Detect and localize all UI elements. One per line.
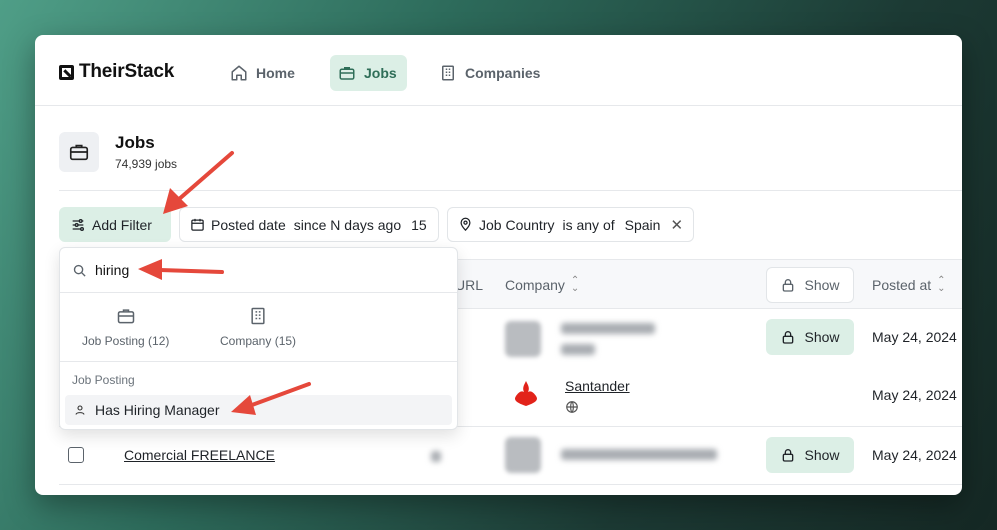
column-header-url-label: URL [455, 277, 484, 293]
company-logo-blurred [505, 321, 541, 357]
show-button-label: Show [804, 447, 840, 463]
category-label: Job Posting (12) [82, 334, 170, 348]
filter-value: 15 [411, 216, 427, 233]
building-icon [251, 307, 265, 325]
category-job-posting[interactable]: Job Posting (12) [82, 306, 169, 348]
show-all-label: Show [804, 277, 840, 293]
column-header-url[interactable]: URL [455, 260, 483, 310]
logo-text: TheirStack [79, 61, 175, 82]
company-name-blurred [561, 323, 655, 334]
globe-icon[interactable] [565, 400, 579, 414]
sort-icon: ⌃ ⌄ [570, 275, 580, 294]
dropdown-group-label: Job Posting [72, 373, 135, 387]
option-has-hiring-manager[interactable]: Has Hiring Manager [65, 395, 452, 425]
app-window: TheirStack Home Jobs Companies Jobs 74,9… [35, 35, 962, 495]
dropdown-divider [60, 361, 457, 362]
nav-label-companies: Companies [465, 65, 541, 81]
job-title-link[interactable]: Comercial FREELANCE [124, 447, 275, 463]
lock-icon [783, 279, 794, 292]
nav-label-jobs: Jobs [364, 65, 397, 81]
filter-dropdown: Job Posting (12) Company (15) Job Postin… [59, 247, 458, 430]
company-logo-blurred [505, 437, 541, 473]
row-checkbox[interactable] [68, 447, 84, 463]
top-navigation: TheirStack Home Jobs Companies [35, 35, 962, 106]
santander-logo-icon [515, 381, 537, 406]
category-company[interactable]: Company (15) [220, 306, 296, 348]
posted-at-cell: May 24, 2024 [872, 387, 957, 403]
lock-icon [783, 331, 794, 344]
nav-item-companies[interactable]: Companies [431, 55, 548, 91]
filter-operator: is any of [562, 216, 615, 233]
nav-item-home[interactable]: Home [222, 55, 303, 91]
briefcase-icon [117, 309, 134, 324]
filter-search-bar [60, 248, 457, 293]
company-meta-blurred [561, 344, 595, 355]
building-icon [442, 65, 454, 81]
column-header-posted-at[interactable]: Posted at ⌃ ⌄ [872, 260, 946, 310]
sort-icon: ⌃ ⌄ [937, 275, 946, 294]
map-pin-icon [460, 217, 471, 231]
briefcase-icon [69, 144, 89, 161]
posted-at-cell: May 24, 2024 [872, 329, 957, 345]
add-filter-label: Add Filter [92, 216, 152, 233]
lock-icon [783, 449, 794, 462]
show-button[interactable]: Show [766, 437, 854, 473]
option-label: Has Hiring Manager [95, 402, 220, 418]
show-button-label: Show [804, 329, 840, 345]
show-all-button[interactable]: Show [766, 267, 854, 303]
table-row[interactable]: Comercial FREELANCE Show May 24, 2024 [59, 427, 962, 485]
home-icon [231, 65, 247, 81]
remove-filter-icon[interactable]: ✕ [670, 216, 683, 234]
sliders-icon [72, 218, 84, 231]
add-filter-button[interactable]: Add Filter [59, 207, 171, 242]
search-icon [73, 264, 86, 277]
logo-mark-icon [59, 64, 74, 80]
job-count: 74,939 jobs [115, 157, 178, 171]
page-title: Jobs [115, 133, 155, 152]
filter-field: Posted date [211, 216, 286, 233]
nav-item-jobs[interactable]: Jobs [330, 55, 407, 91]
column-header-company[interactable]: Company ⌃ ⌄ [505, 260, 579, 310]
calendar-icon [191, 218, 204, 231]
category-label: Company (15) [220, 334, 297, 348]
logo[interactable]: TheirStack [59, 61, 174, 83]
filter-chip-job-country[interactable]: Job Country is any of Spain ✕ [447, 207, 694, 242]
briefcase-icon [339, 67, 355, 80]
company-name-blurred [561, 449, 717, 460]
page-icon-box [59, 132, 99, 172]
filter-operator: since N days ago [293, 216, 402, 233]
show-button[interactable]: Show [766, 319, 854, 355]
filter-chip-posted-date[interactable]: Posted date since N days ago 15 [179, 207, 439, 242]
company-link[interactable]: Santander [565, 378, 630, 394]
header-divider [59, 190, 962, 191]
posted-at-cell: May 24, 2024 [872, 447, 957, 463]
page-header: Jobs 74,939 jobs [59, 132, 177, 172]
filter-search-input[interactable] [95, 262, 395, 278]
filter-field: Job Country [479, 216, 555, 233]
url-icon-blurred [431, 451, 441, 462]
column-header-posted-at-label: Posted at [872, 277, 932, 293]
nav-label-home: Home [256, 65, 295, 81]
person-icon [75, 405, 85, 415]
column-header-company-label: Company [505, 277, 565, 293]
filter-value: Spain [624, 216, 661, 233]
